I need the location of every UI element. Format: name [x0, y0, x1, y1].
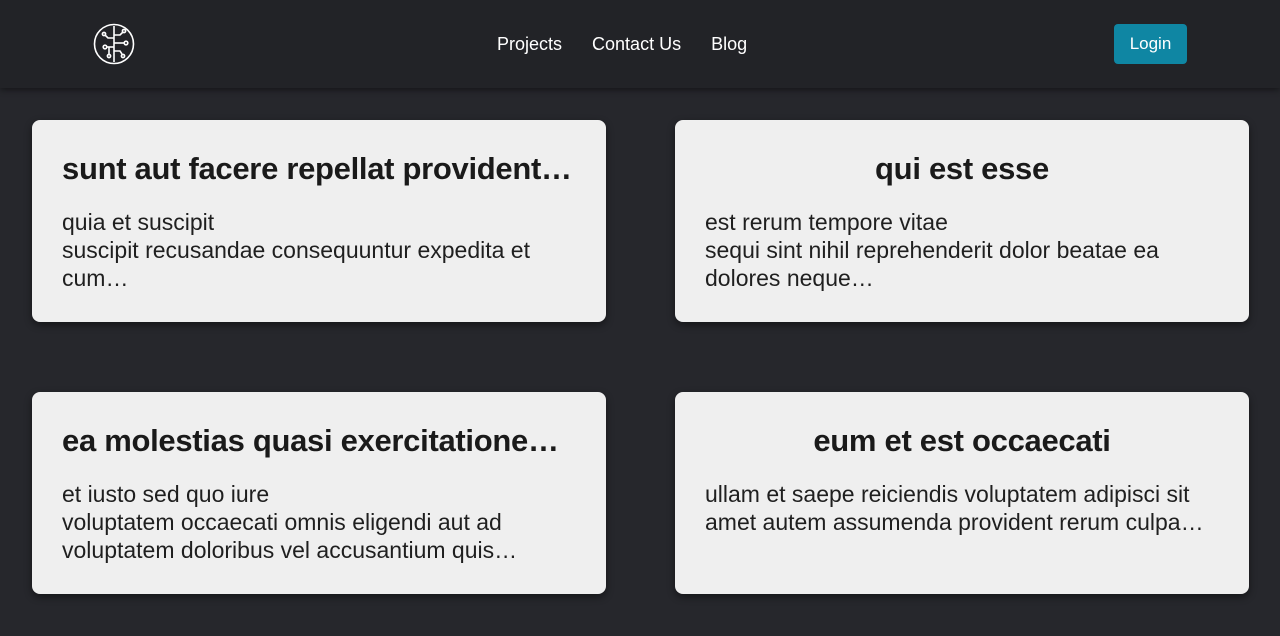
main-nav: Projects Contact Us Blog — [497, 33, 747, 55]
post-title: ea molestias quasi exercitationem repell… — [62, 423, 576, 458]
post-title: eum et est occaecati — [813, 423, 1111, 458]
login-button[interactable]: Login — [1114, 24, 1187, 64]
post-card[interactable]: eum et est occaecati ullam et saepe reic… — [675, 392, 1249, 594]
nav-link-contact-us[interactable]: Contact Us — [592, 33, 681, 55]
circuit-brain-logo-icon[interactable] — [93, 23, 135, 65]
post-excerpt: est rerum tempore vitae sequi sint nihil… — [705, 209, 1159, 291]
post-excerpt: ullam et saepe reiciendis voluptatem adi… — [705, 481, 1204, 535]
post-excerpt: quia et suscipit suscipit recusandae con… — [62, 209, 530, 291]
post-excerpt: et iusto sed quo iure voluptatem occaeca… — [62, 481, 518, 563]
nav-link-blog[interactable]: Blog — [711, 33, 747, 55]
post-card[interactable]: ea molestias quasi exercitationem repell… — [32, 392, 606, 594]
post-card[interactable]: qui est esse est rerum tempore vitae seq… — [675, 120, 1249, 322]
post-title: sunt aut facere repellat provident occae… — [62, 151, 576, 186]
nav-link-projects[interactable]: Projects — [497, 33, 562, 55]
post-title: qui est esse — [875, 151, 1049, 186]
top-navbar: Projects Contact Us Blog Login — [0, 0, 1280, 88]
post-card[interactable]: sunt aut facere repellat provident occae… — [32, 120, 606, 322]
